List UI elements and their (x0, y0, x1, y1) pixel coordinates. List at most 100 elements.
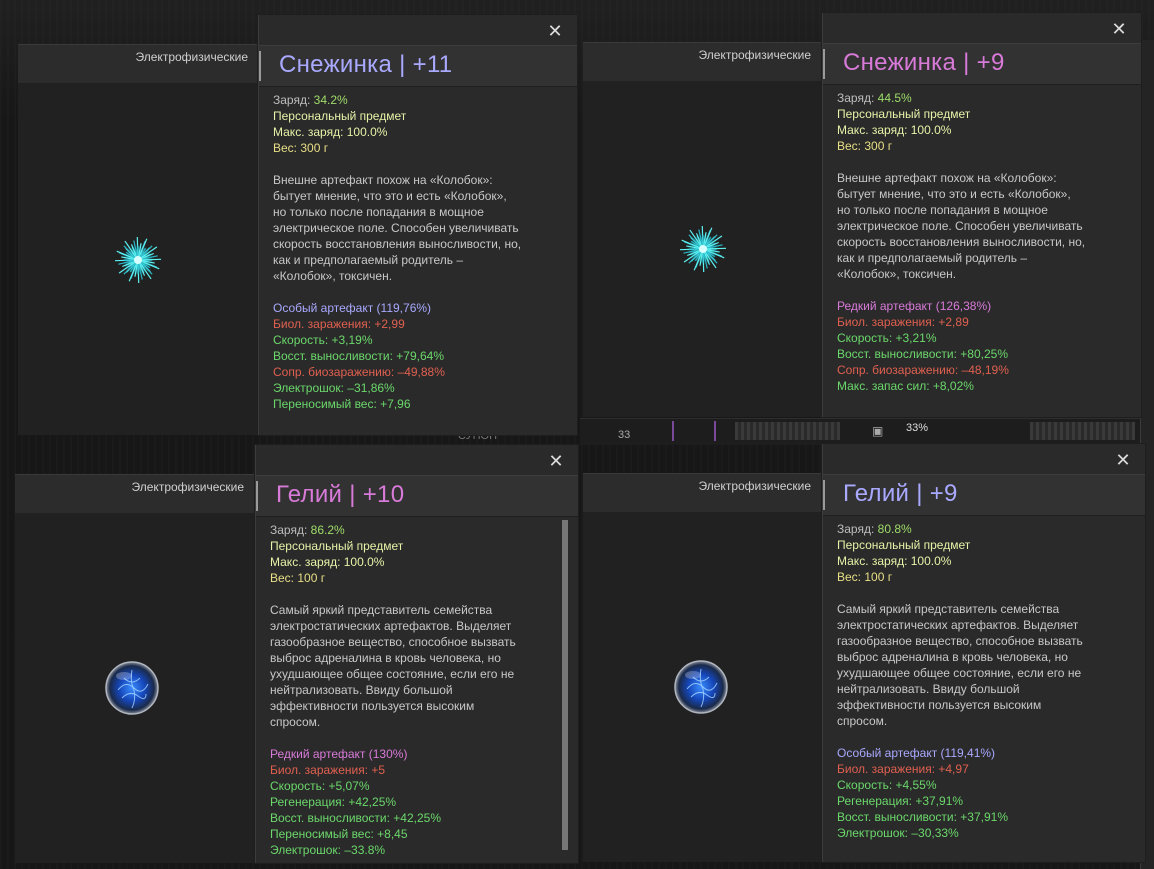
item-title: Гелий | +10 (276, 481, 405, 508)
helium-artifact-icon (105, 661, 159, 715)
description-line: электрическое поле. Способен увеличивать (837, 219, 1083, 233)
description-line: скорость восстановления выносливости, но… (837, 235, 1086, 249)
rarity-label: Особый артефакт (119,41%) (837, 746, 996, 760)
description-line: Самый яркий представитель семейства (270, 603, 493, 617)
artifact-preview (15, 514, 255, 863)
artifact-card-0: Электрофизические ✕ Снежинка | +11 Заряд… (18, 15, 580, 435)
stat-line: Восст. выносливости: +80,25% (837, 347, 1009, 361)
description-line: но только после попадания в мощное (837, 203, 1048, 217)
description-line: спросом. (270, 715, 321, 729)
item-title: Снежинка | +9 (843, 49, 1005, 76)
stat-line: Регенерация: +37,91% (837, 794, 964, 808)
scrollbar-thumb[interactable] (562, 520, 568, 850)
max-charge: Макс. заряд: 100.0% (837, 123, 952, 137)
description-line: нейтрализовать. Ввиду большой (837, 682, 1020, 696)
item-title: Гелий | +9 (843, 480, 958, 507)
lock-icon[interactable]: ▣ (872, 424, 883, 438)
max-charge: Макс. заряд: 100.0% (273, 125, 388, 139)
stat-line: Восст. выносливости: +42,25% (270, 811, 442, 825)
item-details: Заряд: 34.2% Персональный предмет Макс. за… (273, 92, 563, 412)
description-line: Внешне артефакт похож на «Колобок»: (837, 171, 1057, 185)
stat-line: Электрошок: –30,33% (837, 826, 959, 840)
description-line: ухудшающее общее состояние, если его не (837, 666, 1082, 680)
stat-line: Переносимый вес: +8,45 (270, 827, 408, 841)
description-line: электрическое поле. Способен увеличивать (273, 221, 519, 235)
description-line: Внешне артефакт похож на «Колобок»: (273, 173, 493, 187)
max-charge: Макс. заряд: 100.0% (837, 554, 952, 568)
inventory-slot[interactable] (1030, 422, 1135, 440)
snowflake-artifact-icon (679, 225, 727, 273)
description-line: ухудшающее общее состояние, если его не (270, 667, 515, 681)
rarity-label: Особый артефакт (119,76%) (273, 301, 432, 315)
stat-line: Сопр. биозаражению: –48,19% (837, 363, 1009, 377)
helium-artifact-icon (674, 660, 728, 714)
description-line: нейтрализовать. Ввиду большой (270, 683, 453, 697)
snowflake-artifact-icon (114, 236, 162, 284)
charge-value: 44.5% (877, 91, 912, 105)
description-line: как и предполагаемый родитель – (273, 253, 464, 267)
category-label: Электрофизические (131, 480, 244, 494)
description-line: спросом. (837, 714, 888, 728)
personal-item-label: Персональный предмет (837, 107, 971, 121)
item-details: Заряд: 44.5% Персональный предмет Макс. за… (837, 90, 1127, 394)
category-bar: Электрофизические (15, 474, 255, 514)
personal-item-label: Персональный предмет (270, 539, 404, 553)
description-line: как и предполагаемый родитель – (837, 251, 1028, 265)
tooltip-panel: ✕ Гелий | +9 Заряд: 80.8% Персональный пр… (822, 444, 1145, 862)
inventory-slot[interactable] (735, 422, 840, 440)
description-line: электростатических артефактов. Выделяет (837, 618, 1079, 632)
category-label: Электрофизические (698, 48, 811, 62)
tooltip-panel: ✕ Гелий | +10 Заряд: 86.2% Персональный п… (255, 445, 578, 863)
close-icon[interactable]: ✕ (1115, 451, 1131, 469)
item-details: Заряд: 86.2% Персональный предмет Макс. за… (270, 522, 564, 858)
stat-line: Регенерация: +42,25% (270, 795, 397, 809)
item-details: Заряд: 80.8% Персональный предмет Макс. за… (837, 521, 1131, 841)
category-bar: Электрофизические (18, 44, 258, 84)
charge-label: Заряд: (837, 91, 875, 105)
description-line: «Колобок», токсичен. (273, 269, 393, 283)
category-bar: Электрофизические (583, 42, 823, 82)
charge-value: 86.2% (310, 523, 345, 537)
stat-line: Скорость: +4,55% (837, 778, 937, 792)
description-line: выброс адреналина в кровь человека, но (837, 650, 1068, 664)
slot-count: 33 (618, 429, 631, 441)
stat-line: Сопр. биозаражению: –49,88% (273, 365, 445, 379)
close-icon[interactable]: ✕ (1111, 20, 1127, 38)
title-bar: Гелий | +10 (256, 475, 578, 517)
charge-label: Заряд: (273, 93, 311, 107)
artifact-preview (583, 513, 823, 862)
close-icon[interactable]: ✕ (548, 452, 564, 470)
close-icon[interactable]: ✕ (547, 22, 563, 40)
item-weight: Вес: 100 г (270, 571, 326, 585)
rarity-label: Редкий артефакт (130%) (270, 747, 408, 761)
stat-line: Скорость: +5,07% (270, 779, 370, 793)
title-bar: Снежинка | +9 (823, 43, 1141, 85)
charge-label: Заряд: (837, 522, 875, 536)
stat-line: Биол. заражения: +5 (270, 763, 386, 777)
slot-percent: 33% (906, 422, 929, 434)
description-line: «Колобок», токсичен. (837, 267, 957, 281)
stat-line: Скорость: +3,19% (273, 333, 373, 347)
description-line: эффективности пользуется высоким (270, 699, 475, 713)
description-line: электростатических артефактов. Выделяет (270, 619, 512, 633)
stat-line: Биол. заражения: +4,97 (837, 762, 969, 776)
item-weight: Вес: 300 г (273, 141, 329, 155)
description-line: скорость восстановления выносливости, но… (273, 237, 522, 251)
charge-label: Заряд: (270, 523, 308, 537)
artifact-preview (583, 82, 823, 417)
stat-line: Биол. заражения: +2,89 (837, 315, 969, 329)
stat-line: Переносимый вес: +7,96 (273, 397, 411, 411)
scrollbar[interactable] (562, 520, 568, 850)
description-line: газообразное вещество, способное вызвать (270, 635, 516, 649)
charge-value: 34.2% (313, 93, 348, 107)
charge-line: Заряд: 86.2% (270, 522, 564, 538)
category-bar: Электрофизические (583, 473, 823, 513)
stat-line: Электрошок: –33.8% (270, 843, 386, 857)
stat-line: Скорость: +3,21% (837, 331, 937, 345)
title-bar: Гелий | +9 (823, 474, 1145, 516)
artifact-card-3: Электрофизические ✕ Гелий | +9 Заряд: 80… (583, 444, 1145, 862)
charge-line: Заряд: 44.5% (837, 90, 1127, 106)
charge-line: Заряд: 34.2% (273, 92, 563, 108)
category-label: Электрофизические (698, 479, 811, 493)
charge-value: 80.8% (877, 522, 912, 536)
